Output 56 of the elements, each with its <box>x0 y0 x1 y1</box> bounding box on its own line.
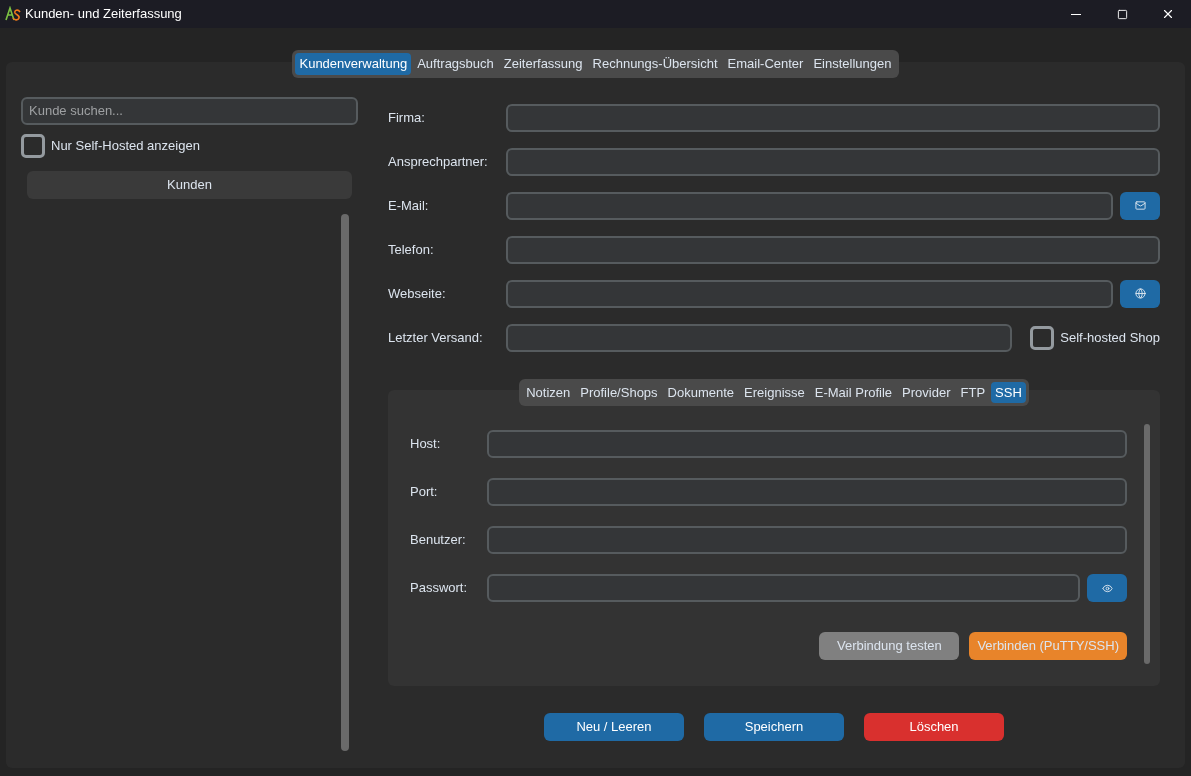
close-icon <box>1161 7 1175 21</box>
scrollbar[interactable] <box>1144 424 1150 664</box>
input-field[interactable] <box>487 526 1127 554</box>
field-label: Ansprechpartner: <box>388 152 489 171</box>
checkbox[interactable] <box>21 133 45 158</box>
input-field[interactable] <box>506 235 1160 264</box>
minimize-icon <box>1071 13 1081 15</box>
tab[interactable]: Dokumente <box>663 381 739 403</box>
action-button[interactable]: Löschen <box>864 713 1004 741</box>
maximize-icon <box>1116 8 1128 20</box>
window-title: Kunden- und Zeiterfassung <box>25 5 182 24</box>
tab[interactable]: Profile/Shops <box>576 381 662 403</box>
input-field[interactable] <box>487 574 1080 602</box>
globe-icon <box>1134 288 1146 299</box>
field-label: Benutzer: <box>410 531 467 550</box>
search-field[interactable]: Kunde suchen... <box>21 96 358 125</box>
field-label: Host: <box>410 435 442 454</box>
input-field[interactable] <box>506 191 1113 220</box>
field-label: Letzter Versand: <box>388 328 484 347</box>
field-label: Firma: <box>388 108 426 127</box>
tab[interactable]: Rechnungs-Übersicht <box>588 53 722 75</box>
tab[interactable]: FTP <box>956 381 990 403</box>
checkbox-label: Nur Self-Hosted anzeigen <box>51 136 200 155</box>
tab[interactable]: Auftragsbuch <box>413 53 498 75</box>
checkbox[interactable] <box>1030 325 1055 350</box>
input-field[interactable] <box>506 323 1013 352</box>
input-field[interactable] <box>506 103 1160 132</box>
field-label: Webseite: <box>388 284 447 303</box>
open-website-button[interactable] <box>1120 279 1160 308</box>
app-logo-icon <box>5 6 21 22</box>
action-button[interactable]: Speichern <box>704 713 844 741</box>
tab[interactable]: Ereignisse <box>740 381 809 403</box>
input-field[interactable] <box>487 430 1127 458</box>
input-field[interactable] <box>487 478 1127 506</box>
field-label: E-Mail: <box>388 196 430 215</box>
checkbox-label: Self-hosted Shop <box>1060 328 1160 347</box>
tab[interactable]: Notizen <box>522 381 575 403</box>
input-field[interactable] <box>506 279 1113 308</box>
tab[interactable]: Provider <box>898 381 955 403</box>
field-label: Port: <box>410 483 439 502</box>
list-header: Kunden <box>27 170 352 199</box>
tab[interactable]: Kundenverwaltung <box>295 53 412 75</box>
scrollbar[interactable] <box>341 213 349 751</box>
tab[interactable]: Zeiterfassung <box>499 53 587 75</box>
tab[interactable]: Email-Center <box>723 53 808 75</box>
field-label: Passwort: <box>410 579 469 598</box>
mail-icon <box>1134 200 1146 211</box>
action-button[interactable]: Neu / Leeren <box>544 713 684 741</box>
show-password-button[interactable] <box>1087 574 1127 602</box>
send-mail-button[interactable] <box>1120 191 1160 220</box>
input-field[interactable] <box>506 147 1160 176</box>
tab[interactable]: E-Mail Profile <box>810 381 897 403</box>
eye-icon <box>1101 582 1113 594</box>
tab[interactable]: Einstellungen <box>809 53 896 75</box>
tab[interactable]: SSH <box>991 381 1026 403</box>
field-label: Telefon: <box>388 240 435 259</box>
